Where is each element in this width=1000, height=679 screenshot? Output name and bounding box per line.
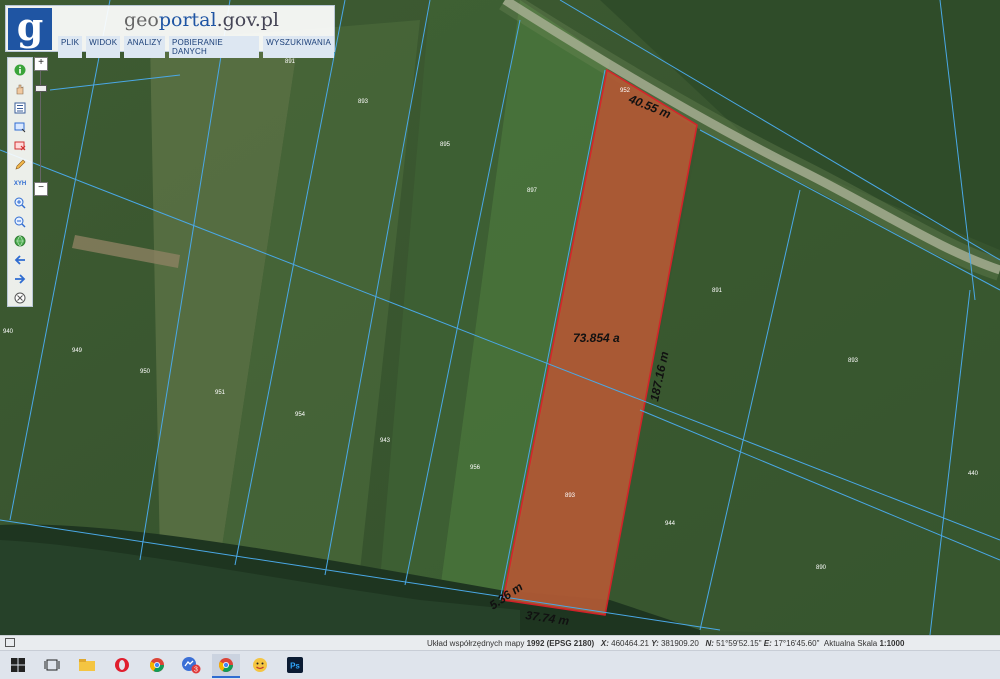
windows-taskbar: 3 Ps <box>0 650 1000 679</box>
chrome-profile-icon[interactable] <box>212 654 240 678</box>
select-rectangle-icon[interactable] <box>12 119 28 135</box>
zoom-in-icon[interactable] <box>12 195 28 211</box>
close-circle-icon[interactable] <box>12 290 28 306</box>
coord-system-label: Układ współrzędnych mapy <box>427 639 525 648</box>
parcel-number: 893 <box>358 99 369 105</box>
n-value: 51°59'52.15" <box>716 639 762 648</box>
app-header: g geoportal.gov.pl PLIK WIDOK ANALIZY PO… <box>5 5 335 58</box>
brand-part1: geo <box>124 9 159 31</box>
y-value: 381909.20 <box>660 639 699 648</box>
parcel-number: 940 <box>3 329 14 335</box>
parcel-number: 893 <box>565 493 576 499</box>
zoom-out-icon[interactable] <box>12 214 28 230</box>
brand-title: geoportal.gov.pl <box>124 9 279 31</box>
brand-part2: portal <box>158 9 217 31</box>
parcel-number: 949 <box>72 348 83 354</box>
menu-analizy[interactable]: ANALIZY <box>124 36 166 58</box>
parcel-number: 893 <box>848 358 859 364</box>
parcel-number: 891 <box>285 59 296 65</box>
emoji-app-icon[interactable] <box>246 654 274 676</box>
geoportal-logo[interactable]: g <box>8 8 52 50</box>
opera-icon[interactable] <box>108 654 136 676</box>
erase-selection-icon[interactable] <box>12 138 28 154</box>
notification-badge: 3 <box>194 667 198 674</box>
messenger-icon[interactable]: 3 <box>177 654 205 676</box>
x-label: X: <box>600 639 609 648</box>
parcel-number: 956 <box>470 465 481 471</box>
zoom-minus-button[interactable]: − <box>34 182 48 196</box>
map-toolbar: XYH <box>7 57 33 307</box>
parcel-number: 890 <box>816 565 827 571</box>
forward-arrow-icon[interactable] <box>12 271 28 287</box>
pencil-icon[interactable] <box>12 157 28 173</box>
file-explorer-icon[interactable] <box>73 654 101 676</box>
area-label: 73.854 a <box>573 331 620 345</box>
map-view[interactable]: 891 893 895 897 891 940 949 950 951 954 … <box>0 0 1000 635</box>
menu-plik[interactable]: PLIK <box>58 36 83 58</box>
coordinates-readout: Układ współrzędnych mapy 1992 (EPSG 2180… <box>427 639 904 648</box>
parcel-number: 891 <box>712 288 723 294</box>
logo-letter: g <box>16 4 44 49</box>
x-value: 460464.21 <box>611 639 649 648</box>
parcel-number: 951 <box>215 390 226 396</box>
parcel-number: 944 <box>665 521 676 527</box>
n-label: N: <box>705 639 714 648</box>
brand-part3: .gov.pl <box>216 9 279 31</box>
parcel-number: 895 <box>440 142 451 148</box>
scale-value: 1:1000 <box>879 639 905 648</box>
parcel-number: 440 <box>968 471 979 477</box>
menu-wyszukiwania[interactable]: WYSZUKIWANIA <box>263 36 334 58</box>
zoom-plus-button[interactable]: + <box>34 57 48 71</box>
task-view-icon[interactable] <box>38 654 66 676</box>
back-arrow-icon[interactable] <box>12 252 28 268</box>
parcel-number: 954 <box>295 412 306 418</box>
window-corner-icon[interactable] <box>5 638 15 647</box>
parcel-number: 943 <box>380 438 391 444</box>
e-label: E: <box>763 639 772 648</box>
coord-system-code: (EPSG 2180) <box>546 639 595 648</box>
menu-pobieranie[interactable]: POBIERANIE DANYCH <box>169 36 260 58</box>
photoshop-icon[interactable]: Ps <box>281 654 309 676</box>
parcel-number: 952 <box>620 88 631 94</box>
y-label: Y: <box>651 639 659 648</box>
main-menu: PLIK WIDOK ANALIZY POBIERANIE DANYCH WYS… <box>58 36 334 58</box>
coord-system-year: 1992 <box>526 639 545 648</box>
windows-start-icon[interactable] <box>4 654 32 676</box>
xyh-icon[interactable]: XYH <box>12 176 28 192</box>
hand-icon[interactable] <box>12 81 28 97</box>
photoshop-label: Ps <box>290 662 300 671</box>
globe-icon[interactable] <box>12 233 28 249</box>
scale-label: Aktualna Skala <box>823 639 878 648</box>
legend-icon[interactable] <box>12 100 28 116</box>
parcel-number: 897 <box>527 188 538 194</box>
zoom-handle[interactable] <box>35 85 47 92</box>
parcel-number: 950 <box>140 369 151 375</box>
e-value: 17°16'45.60" <box>774 639 820 648</box>
zoom-slider: + − <box>34 57 48 197</box>
info-icon[interactable] <box>12 62 28 78</box>
status-bar: Układ współrzędnych mapy 1992 (EPSG 2180… <box>0 635 1000 651</box>
menu-widok[interactable]: WIDOK <box>86 36 121 58</box>
chrome-icon[interactable] <box>143 654 171 676</box>
